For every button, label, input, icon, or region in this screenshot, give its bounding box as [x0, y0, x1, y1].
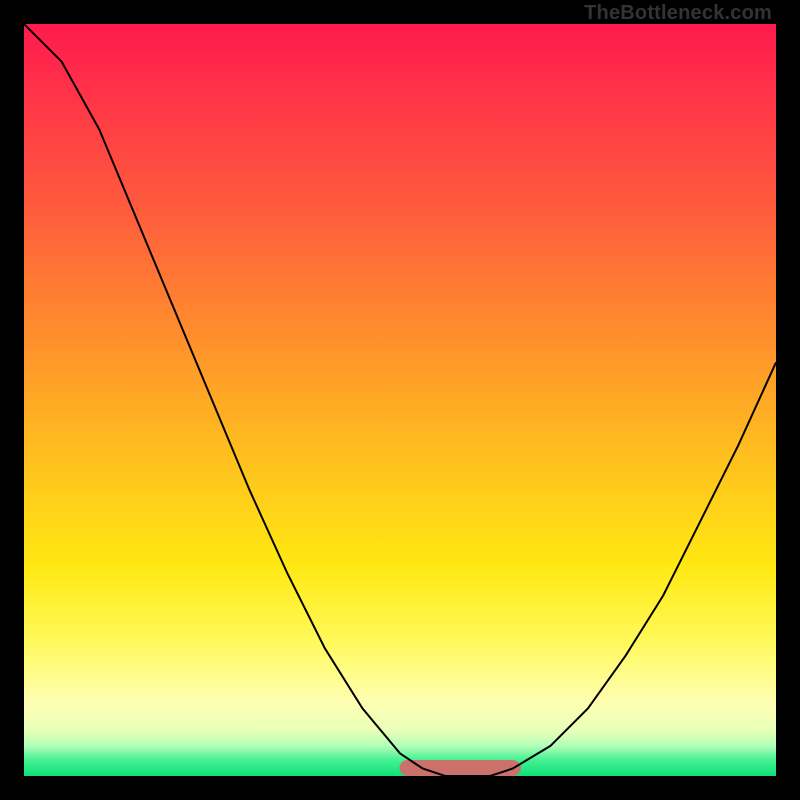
watermark-text: TheBottleneck.com	[584, 2, 772, 25]
chart-svg	[24, 24, 776, 776]
bottleneck-curve	[24, 24, 776, 776]
plot-area	[24, 24, 776, 776]
